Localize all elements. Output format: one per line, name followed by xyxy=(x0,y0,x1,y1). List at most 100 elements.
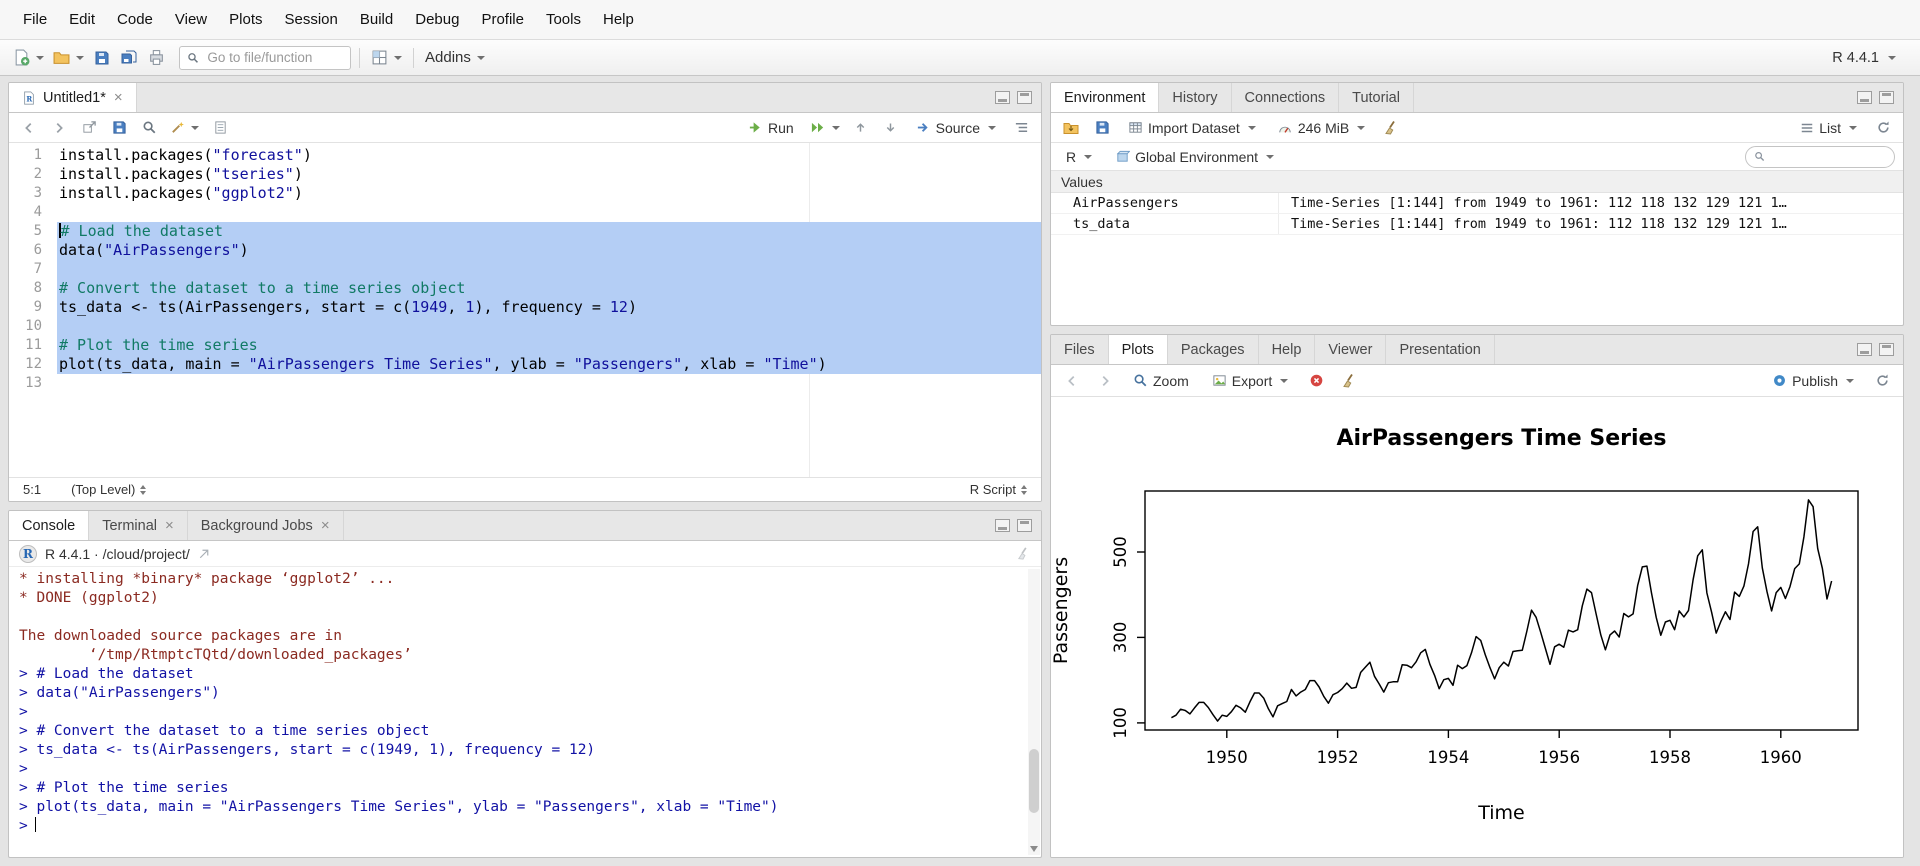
environment-search[interactable] xyxy=(1745,146,1895,168)
tab-environment[interactable]: Environment xyxy=(1051,83,1159,112)
menu-code[interactable]: Code xyxy=(106,0,164,40)
source-button[interactable]: Source xyxy=(909,118,1003,138)
menu-edit[interactable]: Edit xyxy=(58,0,106,40)
tab-help[interactable]: Help xyxy=(1259,335,1316,364)
maximize-icon[interactable] xyxy=(1017,91,1032,104)
save-source-button[interactable] xyxy=(107,115,131,141)
scroll-down-icon[interactable] xyxy=(1030,846,1038,852)
tab-tutorial[interactable]: Tutorial xyxy=(1339,83,1414,112)
minimize-icon[interactable] xyxy=(1857,91,1872,104)
export-button[interactable]: Export xyxy=(1205,371,1295,391)
code-editor[interactable]: 1install.packages("forecast")2install.pa… xyxy=(9,143,1041,477)
zoom-button[interactable]: Zoom xyxy=(1126,371,1196,391)
goto-file-input[interactable] xyxy=(205,49,343,66)
clear-all-plots-button[interactable] xyxy=(1337,368,1361,394)
go-prev-chunk-button[interactable] xyxy=(849,115,873,141)
language-selector[interactable]: R xyxy=(1059,147,1099,167)
next-plot-button[interactable] xyxy=(1093,368,1117,394)
code-line[interactable]: 3install.packages("ggplot2") xyxy=(9,184,1041,203)
code-line[interactable]: 7 xyxy=(9,260,1041,279)
tab-console[interactable]: Console xyxy=(9,511,89,540)
go-next-chunk-button[interactable] xyxy=(879,115,903,141)
save-button[interactable] xyxy=(90,45,114,71)
refresh-plot-button[interactable] xyxy=(1870,368,1894,394)
minimize-icon[interactable] xyxy=(1857,343,1872,356)
tab-packages[interactable]: Packages xyxy=(1168,335,1259,364)
code-line[interactable]: 11# Plot the time series xyxy=(9,336,1041,355)
forward-button[interactable] xyxy=(47,115,71,141)
back-button[interactable] xyxy=(17,115,41,141)
menu-profile[interactable]: Profile xyxy=(470,0,535,40)
tab-background-jobs[interactable]: Background Jobs× xyxy=(188,511,344,540)
maximize-icon[interactable] xyxy=(1879,91,1894,104)
menu-view[interactable]: View xyxy=(164,0,218,40)
addins-button[interactable]: Addins xyxy=(422,45,488,71)
console-scrollbar[interactable] xyxy=(1028,569,1040,855)
project-version-button[interactable]: R 4.4.1 xyxy=(1832,50,1896,66)
close-icon[interactable]: × xyxy=(165,517,174,534)
tab-terminal[interactable]: Terminal× xyxy=(89,511,188,540)
clear-environment-button[interactable] xyxy=(1379,115,1403,141)
close-icon[interactable]: × xyxy=(114,89,123,106)
close-icon[interactable]: × xyxy=(321,517,330,534)
popout-button[interactable] xyxy=(77,115,101,141)
previous-plot-button[interactable] xyxy=(1060,368,1084,394)
minimize-icon[interactable] xyxy=(995,519,1010,532)
goto-file-search[interactable] xyxy=(179,46,351,70)
view-mode-button[interactable]: List xyxy=(1793,118,1864,138)
remove-plot-button[interactable] xyxy=(1304,368,1328,394)
code-tools-button[interactable] xyxy=(167,115,202,141)
tab-viewer[interactable]: Viewer xyxy=(1315,335,1386,364)
menu-build[interactable]: Build xyxy=(349,0,404,40)
new-file-button[interactable] xyxy=(10,45,47,71)
environment-search-input[interactable] xyxy=(1770,148,1886,165)
minimize-icon[interactable] xyxy=(995,91,1010,104)
tab-untitled1-[interactable]: RUntitled1*× xyxy=(9,83,137,112)
memory-usage-button[interactable]: 246 MiB xyxy=(1270,118,1372,138)
tab-connections[interactable]: Connections xyxy=(1232,83,1340,112)
rerun-button[interactable] xyxy=(807,115,843,141)
print-button[interactable] xyxy=(144,45,168,71)
load-workspace-button[interactable] xyxy=(1059,115,1083,141)
save-workspace-button[interactable] xyxy=(1090,115,1114,141)
compile-report-button[interactable] xyxy=(208,115,232,141)
import-dataset-button[interactable]: Import Dataset xyxy=(1121,118,1263,138)
console-output[interactable]: * installing *binary* package ‘ggplot2’ … xyxy=(9,567,1041,857)
menu-file[interactable]: File xyxy=(12,0,58,40)
find-replace-button[interactable] xyxy=(137,115,161,141)
tab-history[interactable]: History xyxy=(1159,83,1231,112)
publish-button[interactable]: Publish xyxy=(1765,371,1861,391)
save-all-button[interactable] xyxy=(117,45,141,71)
pane-layout-button[interactable] xyxy=(368,45,405,71)
scope-selector[interactable]: (Top Level) xyxy=(71,482,146,497)
environment-value-row[interactable]: AirPassengersTime-Series [1:144] from 19… xyxy=(1051,193,1903,214)
run-button[interactable]: Run xyxy=(741,118,801,138)
environment-value-row[interactable]: ts_dataTime-Series [1:144] from 1949 to … xyxy=(1051,214,1903,235)
code-line[interactable]: 13 xyxy=(9,374,1041,393)
tab-files[interactable]: Files xyxy=(1051,335,1109,364)
refresh-environment-button[interactable] xyxy=(1871,115,1895,141)
code-line[interactable]: 12plot(ts_data, main = "AirPassengers Ti… xyxy=(9,355,1041,374)
menu-plots[interactable]: Plots xyxy=(218,0,273,40)
open-file-button[interactable] xyxy=(50,45,87,71)
menu-help[interactable]: Help xyxy=(592,0,645,40)
environment-scope-selector[interactable]: Global Environment xyxy=(1108,147,1281,167)
code-line[interactable]: 1install.packages("forecast") xyxy=(9,146,1041,165)
document-outline-button[interactable] xyxy=(1009,115,1033,141)
code-line[interactable]: 4 xyxy=(9,203,1041,222)
code-line[interactable]: 5# Load the dataset xyxy=(9,222,1041,241)
code-line[interactable]: 2install.packages("tseries") xyxy=(9,165,1041,184)
clear-console-broom-icon[interactable] xyxy=(1016,546,1031,561)
code-line[interactable]: 8# Convert the dataset to a time series … xyxy=(9,279,1041,298)
scrollbar-thumb[interactable] xyxy=(1029,749,1039,813)
tab-plots[interactable]: Plots xyxy=(1109,335,1168,364)
code-line[interactable]: 9ts_data <- ts(AirPassengers, start = c(… xyxy=(9,298,1041,317)
file-type-selector[interactable]: R Script xyxy=(970,482,1027,497)
popout-arrow-icon[interactable] xyxy=(198,548,210,560)
menu-debug[interactable]: Debug xyxy=(404,0,470,40)
code-line[interactable]: 6data("AirPassengers") xyxy=(9,241,1041,260)
menu-tools[interactable]: Tools xyxy=(535,0,592,40)
code-line[interactable]: 10 xyxy=(9,317,1041,336)
maximize-icon[interactable] xyxy=(1017,519,1032,532)
tab-presentation[interactable]: Presentation xyxy=(1386,335,1494,364)
